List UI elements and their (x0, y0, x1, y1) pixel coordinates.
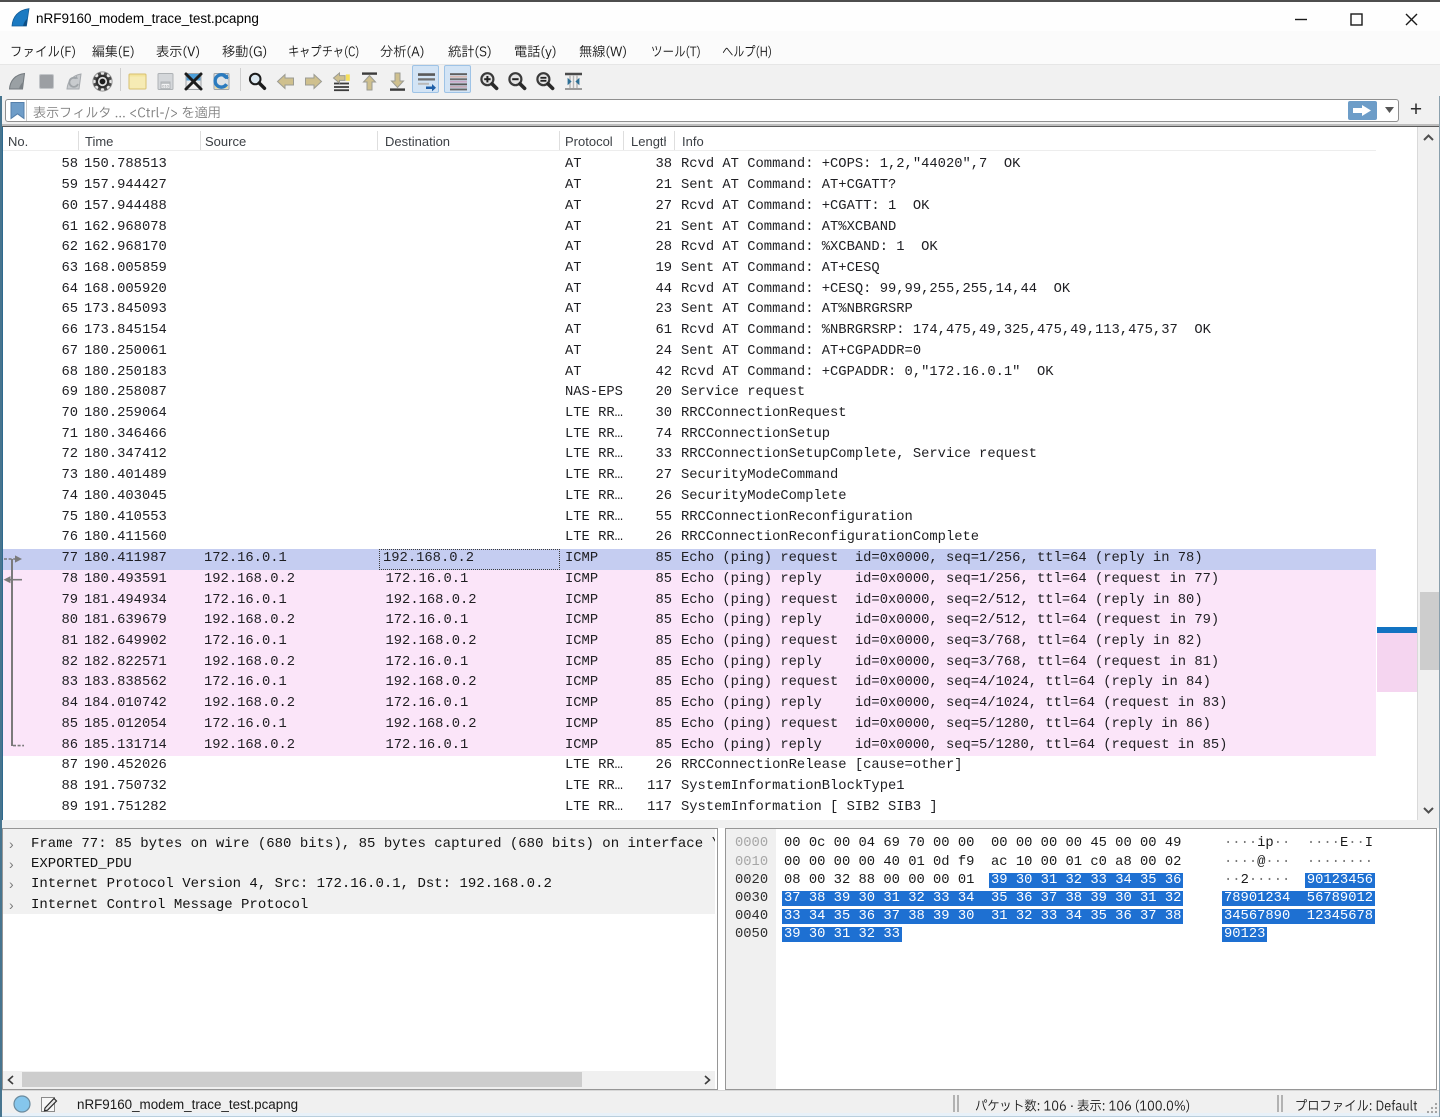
svg-text:010: 010 (162, 84, 169, 89)
